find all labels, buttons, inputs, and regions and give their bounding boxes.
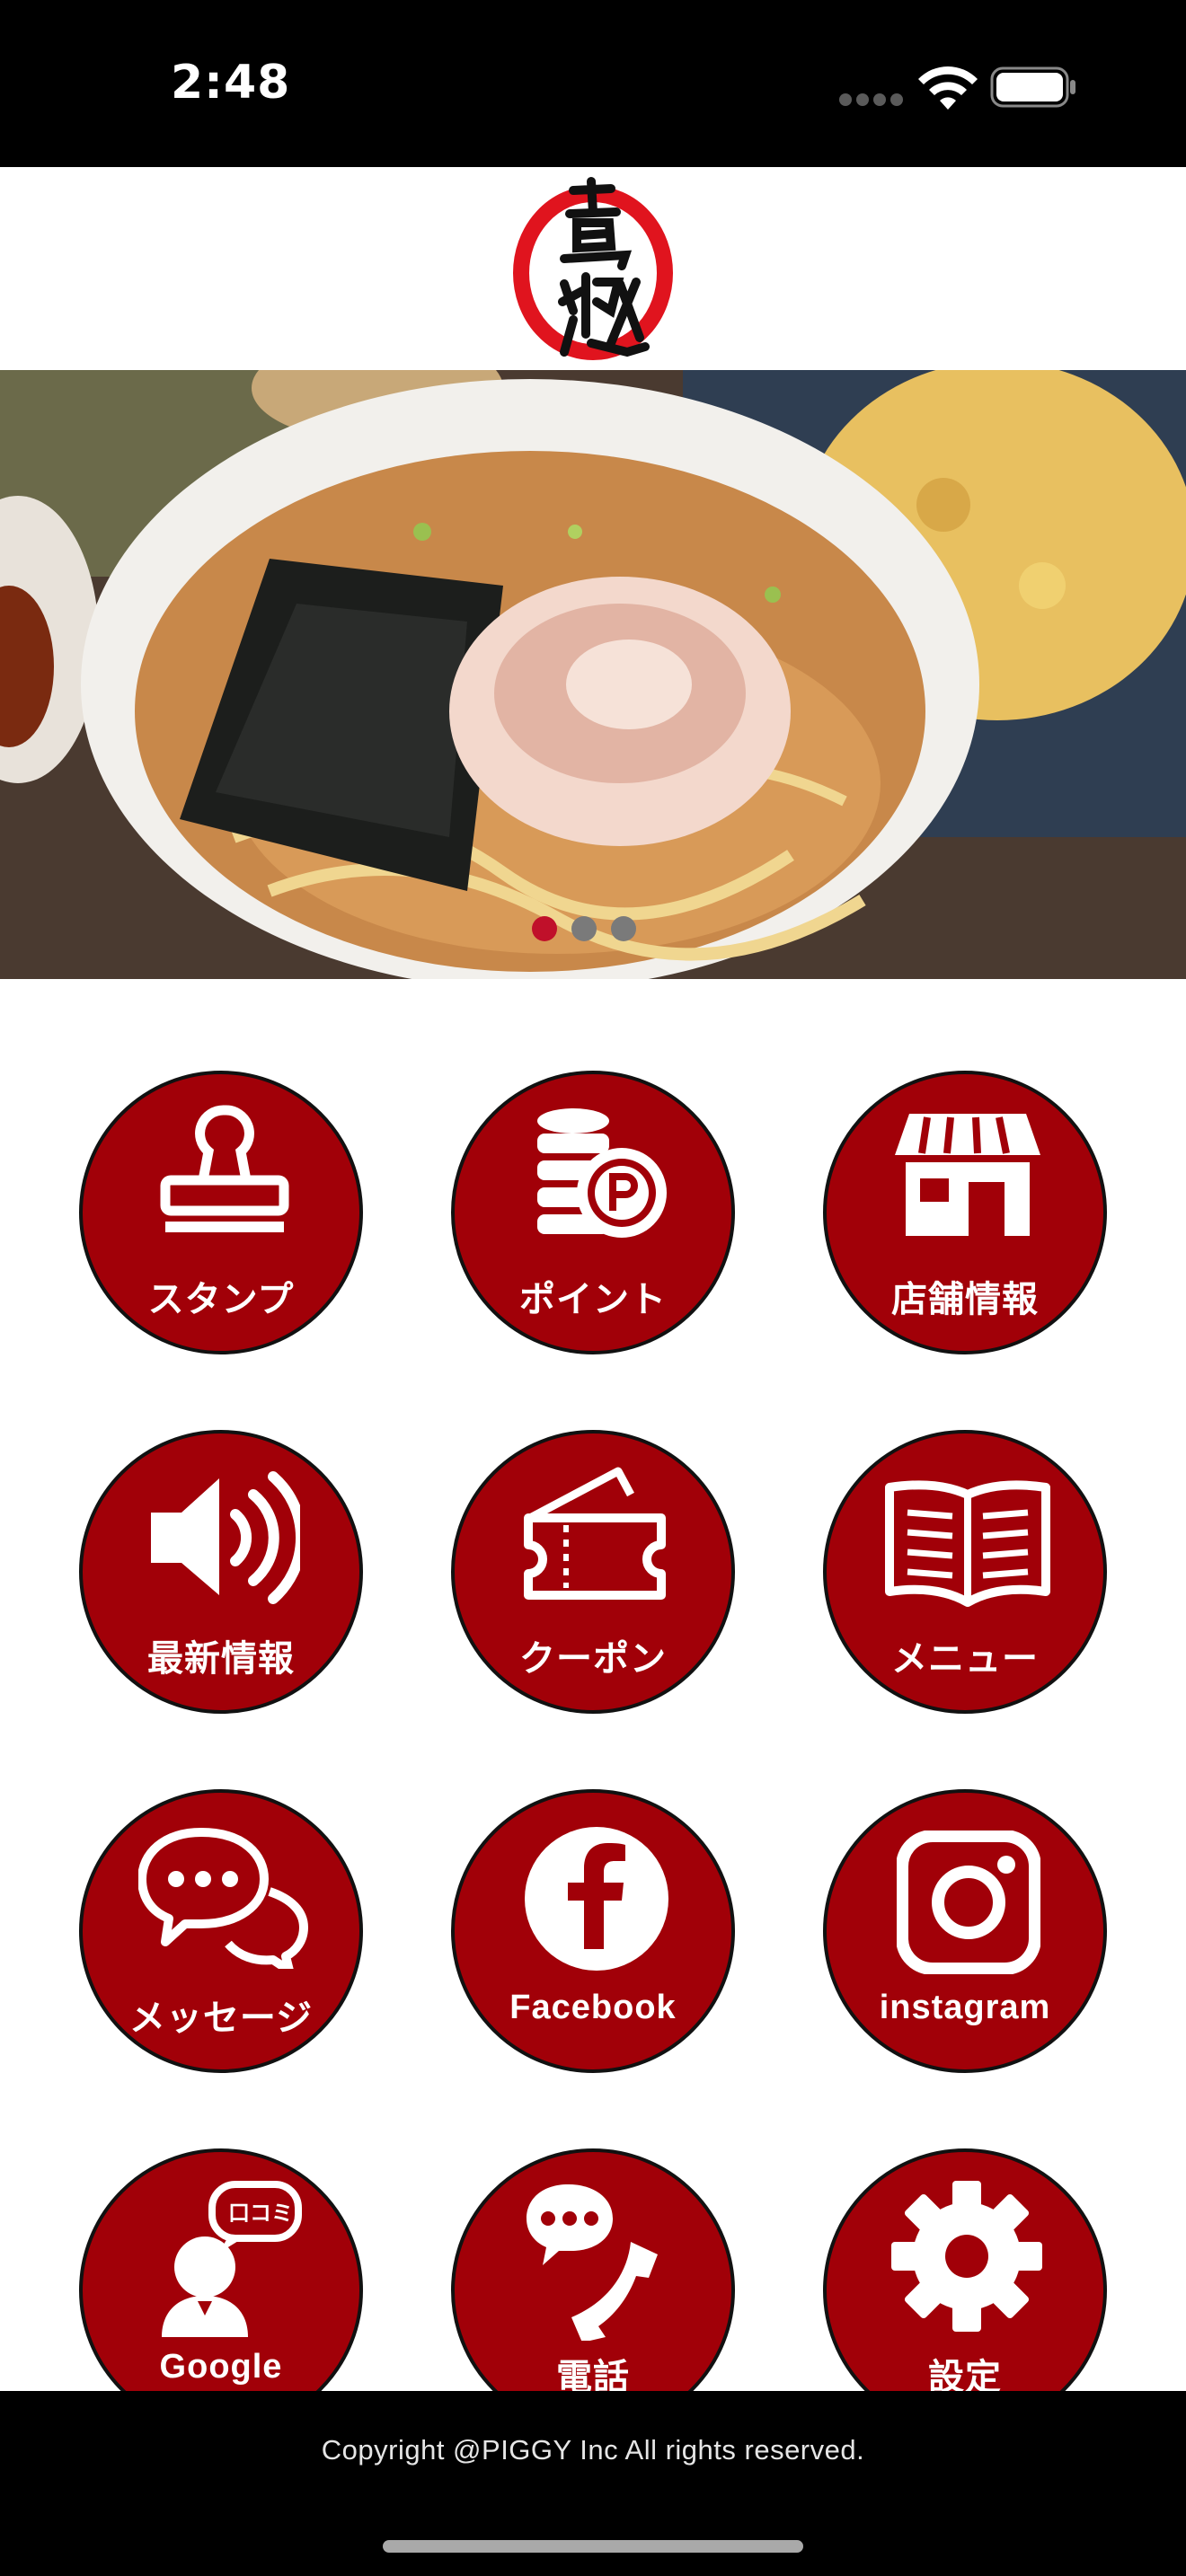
google-review-button[interactable]: 口コミ Google: [79, 2148, 363, 2391]
wifi-icon: [918, 66, 978, 110]
ramen-and-fried-rice-photo: [0, 370, 1186, 979]
restaurant-logo-icon[interactable]: [510, 176, 676, 361]
hero-carousel[interactable]: [0, 370, 1186, 979]
gear-icon: [891, 2181, 1042, 2332]
menu-list-button[interactable]: メニュー: [823, 1430, 1107, 1714]
menu-label: Facebook: [509, 1989, 677, 2026]
menu-label: ポイント: [519, 1279, 667, 1320]
carousel-dot[interactable]: [611, 916, 636, 941]
speaker-icon: [151, 1471, 300, 1604]
store-info-button[interactable]: 店舗情報: [823, 1071, 1107, 1354]
menu-label: instagram: [879, 1989, 1051, 2026]
store-icon: [895, 1114, 1040, 1236]
open-book-icon: [885, 1480, 1050, 1607]
message-button[interactable]: メッセージ: [79, 1789, 363, 2073]
stamp-button[interactable]: スタンプ: [79, 1071, 363, 1354]
status-time: 2:48: [171, 56, 291, 110]
instagram-button[interactable]: instagram: [823, 1789, 1107, 2073]
menu-label: 最新情報: [147, 1638, 295, 1680]
instagram-icon: [897, 1831, 1040, 1974]
chat-bubbles-icon: [138, 1828, 308, 1969]
carousel-dots: [532, 916, 654, 941]
carousel-dot[interactable]: [571, 916, 597, 941]
stamp-icon: [160, 1105, 289, 1232]
phone-icon: [527, 2184, 658, 2341]
carousel-dot-active[interactable]: [532, 916, 557, 941]
app-header: [0, 167, 1186, 370]
menu-label: 設定: [928, 2357, 1002, 2391]
settings-button[interactable]: 設定: [823, 2148, 1107, 2391]
facebook-icon: [525, 1827, 668, 1971]
point-button[interactable]: ポイント: [451, 1071, 735, 1354]
footer: Copyright @PIGGY Inc All rights reserved…: [0, 2391, 1186, 2576]
phone-button[interactable]: 電話: [451, 2148, 735, 2391]
status-bar: 2:48: [0, 0, 1186, 167]
menu-label: 店舗情報: [891, 1279, 1039, 1320]
news-button[interactable]: 最新情報: [79, 1430, 363, 1714]
menu-label: Google: [159, 2348, 283, 2386]
menu-label: メニュー: [891, 1638, 1039, 1680]
facebook-button[interactable]: Facebook: [451, 1789, 735, 2073]
review-badge: 口コミ: [228, 2201, 293, 2226]
coupon-button[interactable]: クーポン: [451, 1430, 735, 1714]
menu-grid: スタンプ ポイント 店舗情報 最新情報 クーポン メニュー メッセージ Face…: [0, 979, 1186, 2391]
home-indicator[interactable]: [383, 2540, 803, 2553]
coins-point-icon: [537, 1108, 667, 1238]
menu-label: スタンプ: [147, 1279, 295, 1320]
battery-icon: [990, 66, 1075, 108]
menu-label: 電話: [556, 2357, 630, 2391]
coupon-icon: [524, 1467, 666, 1600]
menu-label: クーポン: [519, 1638, 667, 1680]
cellular-signal-icon: [839, 93, 904, 106]
menu-label: メッセージ: [128, 1998, 314, 2039]
copyright-text: Copyright @PIGGY Inc All rights reserved…: [321, 2434, 865, 2466]
